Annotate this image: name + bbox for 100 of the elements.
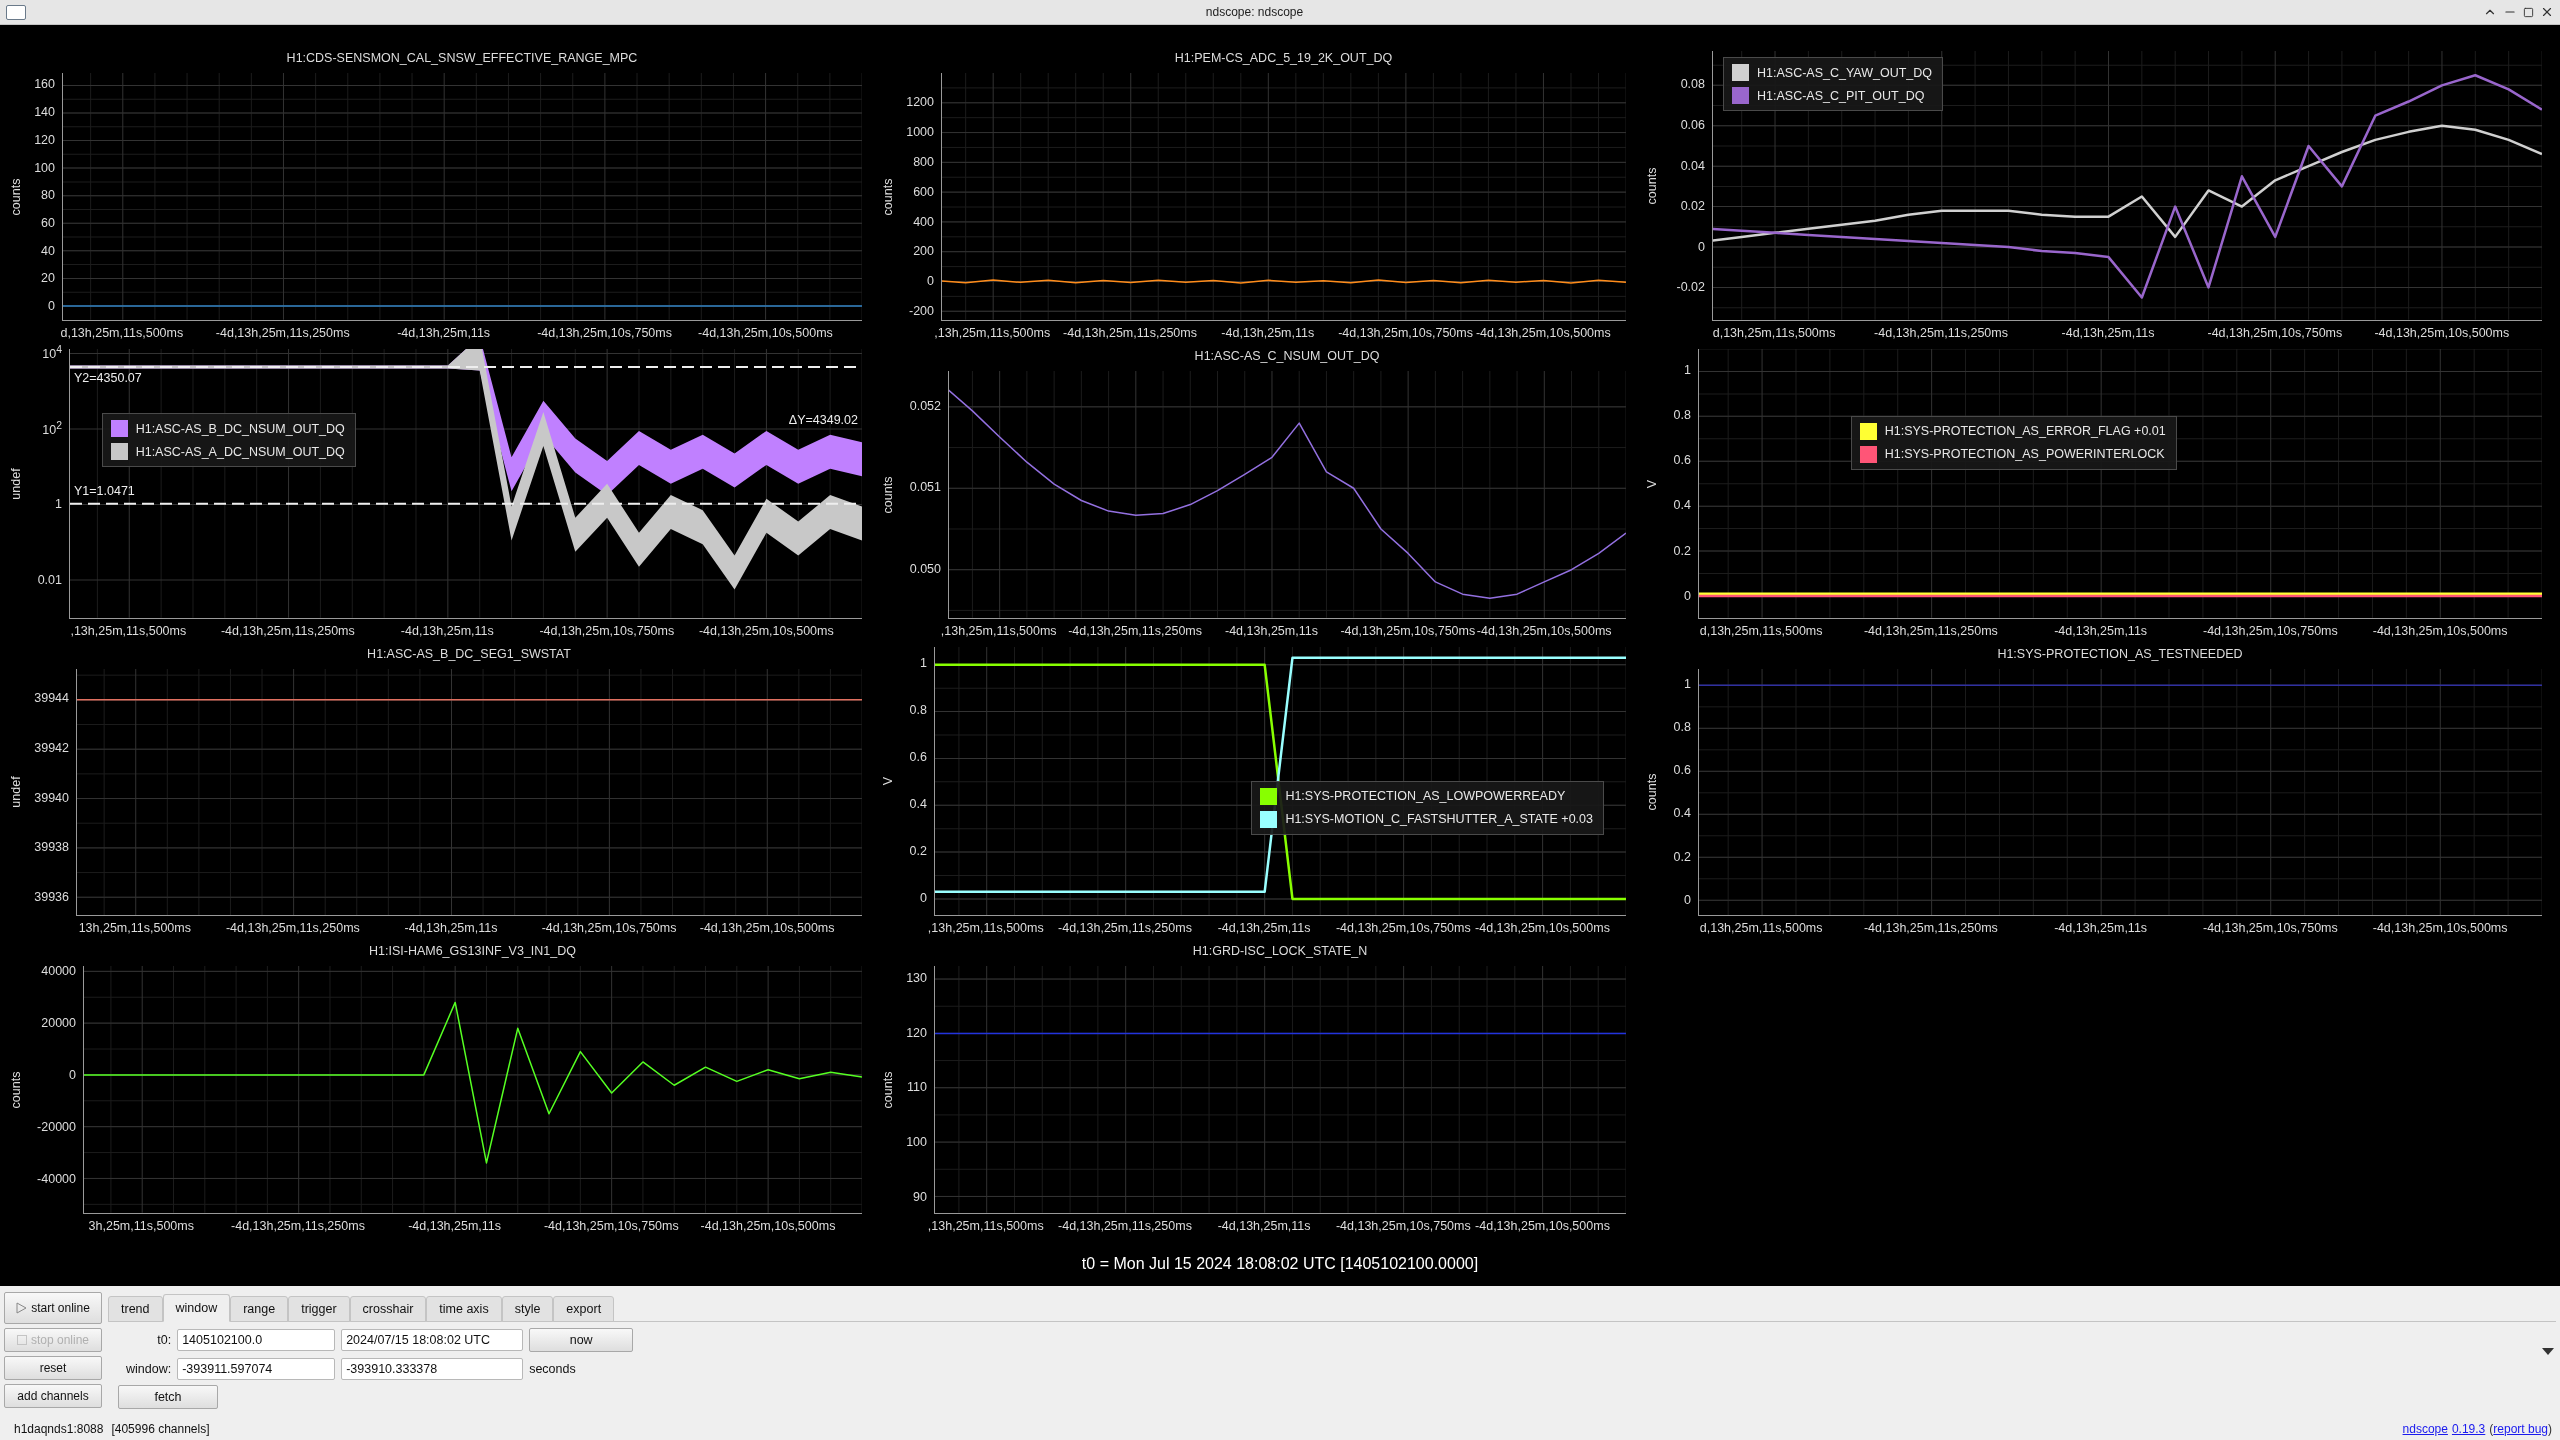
tick-label: -4d,13h,25m,11s — [408, 1219, 502, 1233]
tick-label: -4d,13h,25m,11s — [2054, 921, 2148, 936]
tick-label: 39936 — [34, 890, 69, 905]
tick-label: -4d,13h,25m,10s,750ms — [2203, 623, 2338, 638]
tick-label: 0.6 — [909, 751, 927, 766]
axis-label: V — [881, 777, 895, 786]
tab[interactable]: export — [553, 1296, 615, 1322]
tick-label: d,13h,25m,11s,500ms — [1712, 325, 1836, 340]
tick-label: 120 — [34, 133, 55, 148]
tick-label: -4d,13h,25m,10s,500ms — [2372, 921, 2508, 936]
tick-label: 0.8 — [909, 704, 927, 719]
legend-label: H1:ASC-AS_C_YAW_OUT_DQ — [1757, 65, 1933, 80]
legend-label: H1:ASC-AS_C_PIT_OUT_DQ — [1757, 88, 1925, 103]
tick-label: 0.08 — [1680, 78, 1705, 93]
tick-label: -4d,13h,25m,11s,250ms — [1058, 1219, 1192, 1233]
tick-label: -4d,13h,25m,10s,500ms — [1475, 921, 1610, 936]
text: ) — [2548, 1422, 2552, 1436]
close-icon[interactable] — [2540, 5, 2554, 19]
tick-label: -4d,13h,25m,10s,750ms — [2207, 325, 2343, 340]
tick-label: -4d,13h,25m,10s,500ms — [1475, 1219, 1610, 1233]
tick-label: 160 — [34, 78, 55, 93]
tick-label: 200 — [913, 245, 934, 260]
tab[interactable]: style — [501, 1296, 554, 1322]
tick-label: 20 — [41, 272, 55, 287]
tick-label: 110 — [907, 1081, 927, 1096]
tick-label: -4d,13h,25m,11s — [1221, 325, 1315, 340]
legend-label: H1:ASC-AS_A_DC_NSUM_OUT_DQ — [135, 444, 345, 459]
tick-label: 400 — [913, 215, 934, 230]
tick-label: -4d,13h,25m,11s — [400, 623, 494, 638]
tick-label: 39942 — [34, 742, 69, 756]
tick-label: 800 — [913, 155, 934, 170]
fetch-button[interactable]: fetch — [118, 1385, 218, 1409]
input-field[interactable]: -393910.333378 — [341, 1358, 524, 1380]
tick-label: ,13h,25m,11s,500ms — [927, 1219, 1044, 1233]
tick-label: 0 — [920, 892, 927, 907]
input-field[interactable]: -393911.597074 — [177, 1358, 336, 1380]
tab[interactable]: range — [230, 1296, 289, 1322]
tick-label: 0.2 — [1673, 544, 1691, 559]
tick-label: d,13h,25m,11s,500ms — [60, 325, 184, 340]
tick-label: 0.04 — [1680, 159, 1705, 174]
tick-label: 0 — [48, 300, 55, 314]
tick-label: -4d,13h,25m,10s,500ms — [698, 623, 834, 638]
tick-label: 600 — [913, 185, 934, 200]
t0-label: t0 = Mon Jul 15 2024 18:08:02 UTC [1405102100.0000] — [1081, 1255, 1479, 1273]
tick-label: 20000 — [41, 1016, 76, 1031]
tab[interactable]: time axis — [426, 1296, 502, 1322]
tick-label: 13h,25m,11s,500ms — [78, 921, 191, 936]
tick-label: 0 — [1684, 589, 1691, 604]
tab[interactable]: trigger — [288, 1296, 350, 1322]
now-button[interactable]: now — [529, 1328, 634, 1352]
app-icon — [6, 4, 26, 20]
link[interactable]: ndscope — [2402, 1422, 2448, 1436]
chart-title: H1:GRD-ISC_LOCK_STATE_N — [1192, 944, 1368, 959]
tick-label: -4d,13h,25m,10s,750ms — [541, 921, 677, 936]
tick-label: -4d,13h,25m,10s,500ms — [2374, 325, 2510, 340]
tick-label: -4d,13h,25m,10s,750ms — [537, 325, 672, 340]
field-label: t0: — [156, 1333, 172, 1347]
tick-label: 3h,25m,11s,500ms — [88, 1219, 194, 1233]
tick-label: -4d,13h,25m,10s,500ms — [700, 1219, 836, 1233]
tab[interactable]: trend — [108, 1296, 163, 1322]
tick-label: -4d,13h,25m,11s — [1217, 921, 1311, 936]
tick-label: 0.8 — [1673, 409, 1691, 424]
chart-title: H1:ASC-AS_C_NSUM_OUT_DQ — [1194, 348, 1380, 363]
maximize-icon[interactable] — [2523, 6, 2534, 18]
tick-label: -4d,13h,25m,10s,500ms — [699, 921, 835, 936]
input-field[interactable]: 2024/07/15 18:08:02 UTC — [341, 1329, 524, 1351]
tick-label: 0 — [69, 1068, 76, 1083]
chart-title: H1:ASC-AS_B_DC_SEG1_SWSTAT — [367, 646, 571, 661]
tick-label: 0.01 — [37, 573, 62, 588]
legend-label: H1:SYS-PROTECTION_AS_POWERINTERLOCK — [1884, 447, 2165, 462]
tick-label: -4d,13h,25m,11s — [1217, 1219, 1311, 1233]
axis-label: counts — [9, 1071, 23, 1109]
tick-label: -4d,13h,25m,10s,750ms — [2203, 921, 2338, 936]
tick-label: 0 — [1698, 240, 1705, 255]
tick-label: -4d,13h,25m,11s,250ms — [1058, 921, 1192, 936]
side-button[interactable]: reset — [4, 1356, 102, 1380]
tick-label: 0.2 — [909, 845, 927, 860]
side-button[interactable]: start online — [4, 1292, 102, 1324]
axis-label: undef — [9, 776, 23, 808]
axis-label: undef — [9, 468, 23, 500]
side-button[interactable]: add channels — [4, 1384, 102, 1408]
legend-label: H1:ASC-AS_B_DC_NSUM_OUT_DQ — [135, 421, 345, 436]
tick-label: 100 — [906, 1136, 927, 1150]
chart-title: H1:PEM-CS_ADC_5_19_2K_OUT_DQ — [1174, 51, 1393, 65]
tick-label: 0.050 — [909, 563, 941, 578]
window-title: ndscope: ndscope — [1205, 5, 1304, 19]
input-field[interactable]: 1405102100.0 — [177, 1329, 336, 1351]
legend-label: H1:SYS-PROTECTION_AS_LOWPOWERREADY — [1285, 789, 1566, 804]
tab[interactable]: crosshair — [349, 1296, 427, 1322]
link[interactable]: report bug — [2493, 1422, 2548, 1436]
tick-label: 1 — [920, 657, 927, 672]
tick-label: 0.8 — [1673, 721, 1691, 735]
legend-label: H1:SYS-MOTION_C_FASTSHUTTER_A_STATE +0.03 — [1285, 812, 1593, 827]
tick-label: -4d,13h,25m,10s,500ms — [1476, 623, 1612, 638]
stop-icon — [16, 1335, 27, 1345]
server-label: h1daqnds1:8088 — [14, 1422, 104, 1436]
tick-label: -4d,13h,25m,11s — [404, 921, 498, 936]
dropdown-arrow-icon[interactable] — [2542, 1348, 2554, 1356]
tab[interactable]: window — [162, 1294, 231, 1322]
link[interactable]: 0.19.3 — [2451, 1422, 2486, 1436]
